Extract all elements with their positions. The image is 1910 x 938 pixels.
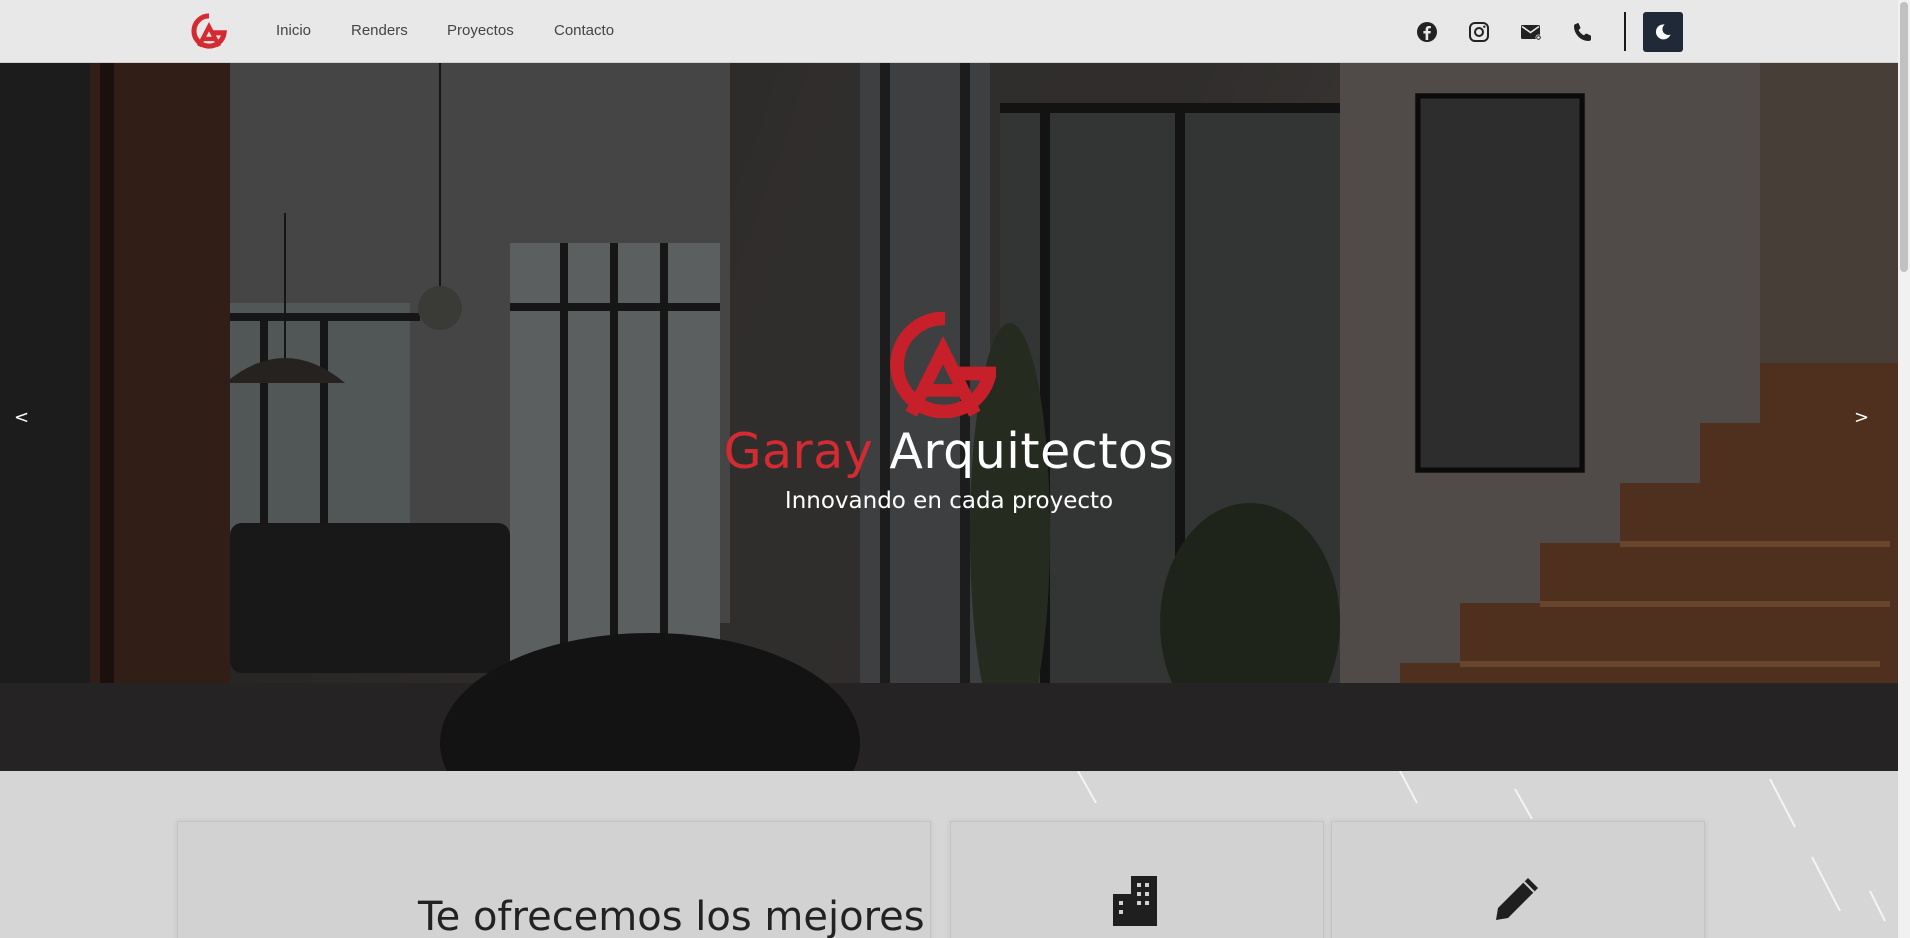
carousel-prev-button[interactable]: < [14, 407, 29, 428]
hero-subtitle: Innovando en cada proyecto [784, 488, 1114, 514]
facebook-icon[interactable] [1415, 20, 1439, 44]
theme-toggle-button[interactable] [1643, 12, 1683, 52]
moon-icon [1655, 24, 1671, 40]
services-intro-card: Te ofrecemos los mejores [177, 821, 931, 938]
services-heading: Te ofrecemos los mejores [418, 894, 925, 938]
email-icon[interactable] [1519, 20, 1543, 44]
navbar: Inicio Renders Proyectos Contacto [0, 0, 1898, 63]
hero-logo-icon [890, 312, 996, 418]
service-card-building [950, 821, 1324, 938]
service-card-design [1331, 821, 1705, 938]
logo-icon[interactable] [191, 13, 227, 49]
scrollbar-thumb[interactable] [1900, 2, 1908, 272]
nav-link-renders[interactable]: Renders [351, 22, 408, 39]
nav-divider [1624, 12, 1626, 51]
nav-link-proyectos[interactable]: Proyectos [447, 22, 514, 39]
instagram-icon[interactable] [1467, 20, 1491, 44]
page-scrollbar[interactable] [1898, 0, 1910, 938]
hero-carousel: Garay Arquitectos Innovando en cada proy… [0, 63, 1898, 771]
nav-link-inicio[interactable]: Inicio [276, 22, 311, 39]
phone-icon[interactable] [1571, 20, 1595, 44]
hero-title: Garay Arquitectos [0, 423, 1898, 480]
building-icon [1113, 876, 1157, 926]
hero-title-rest: Arquitectos [889, 423, 1175, 480]
hero-content: Garay Arquitectos Innovando en cada proy… [0, 63, 1898, 771]
carousel-next-button[interactable]: > [1854, 407, 1869, 428]
pencil-icon [1496, 878, 1538, 920]
hero-title-accent: Garay [723, 423, 874, 480]
nav-link-contacto[interactable]: Contacto [554, 22, 614, 39]
services-section: Te ofrecemos los mejores [0, 771, 1898, 938]
